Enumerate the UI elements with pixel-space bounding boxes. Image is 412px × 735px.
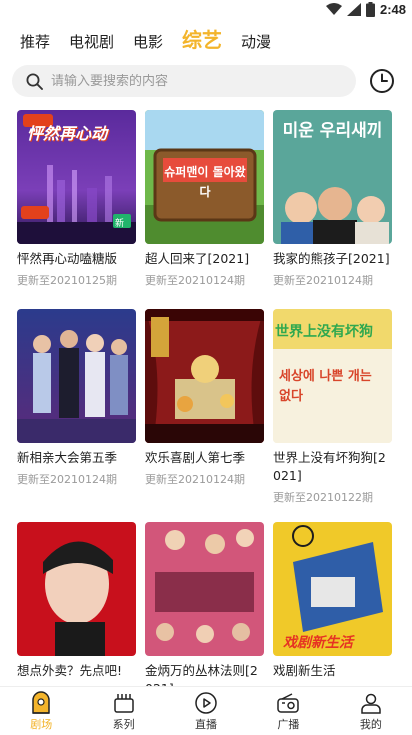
show-card[interactable]: 世界上没有坏狗 세상에 나쁜 개는 없다 世界上没有坏狗狗[2021] 更新至2… [273,309,392,505]
history-button[interactable] [368,67,396,95]
tab-anime[interactable]: 动漫 [241,32,271,52]
show-title: 欢乐喜剧人第七季 [145,450,246,465]
poster-title-text: 怦然再心动 [27,124,108,143]
show-title: 怦然再心动嗑糖版 [17,251,118,266]
show-card[interactable]: 슈퍼맨이 돌아왔다 超人回来了[2021] 更新至20210124期 [145,110,264,288]
show-card[interactable]: 想点外卖？先点吧! [17,522,136,680]
user-icon [361,693,381,714]
show-title: 新相亲大会第五季 [17,450,118,465]
show-poster: 怦然再心动 新 [17,110,136,244]
battery-icon [365,1,375,17]
show-card[interactable]: 怦然再心动 新 怦然再心动嗑糖版 更新至20210125期 [17,110,136,288]
show-card[interactable]: 新相亲大会第五季 更新至20210124期 [17,309,136,487]
search-icon [26,73,43,90]
show-update: 更新至20210124期 [17,473,117,486]
wifi-icon [325,3,342,15]
show-card[interactable]: 欢乐喜剧人第七季 更新至20210124期 [145,309,264,487]
new-badge: 新 [115,219,125,229]
series-icon [113,693,134,713]
show-title: 超人回来了[2021] [145,251,250,266]
radio-icon [277,692,300,713]
show-poster [145,309,264,443]
search-bar [12,65,356,97]
theater-icon [32,690,50,714]
show-update: 更新至20210124期 [273,274,373,287]
status-icons: 2:48 [325,0,406,18]
show-poster: 世界上没有坏狗 세상에 나쁜 개는 없다 [273,309,392,443]
show-card[interactable]: 金炳万的丛林法则[2021] [145,522,264,686]
clock-icon [370,69,394,93]
poster-title-text: 미운 우리새끼 [282,121,383,141]
poster-title-text: 슈퍼맨이 돌아왔다 [164,165,246,199]
show-poster [145,522,264,656]
show-update: 更新至20210124期 [145,473,245,486]
nav-series[interactable]: 系列 [82,687,164,735]
search-input[interactable] [51,73,331,89]
status-time: 2:48 [379,1,406,17]
show-poster [17,309,136,443]
signal-icon [346,2,361,16]
nav-label: 广播 [277,717,300,731]
category-tabs: 推荐 电视剧 电影 综艺 动漫 [20,26,290,52]
nav-theater[interactable]: 剧场 [0,687,82,735]
nav-label: 我的 [359,717,382,731]
poster-title-text: 世界上没有坏狗 [275,324,373,340]
nav-label: 剧场 [30,717,53,731]
show-title: 我家的熊孩子[2021] [273,251,390,266]
tab-recommend[interactable]: 推荐 [20,32,50,52]
poster-subtitle-text: 세상에 나쁜 개는 없다 [279,369,372,404]
show-title: 金炳万的丛林法则[2021] [145,663,258,686]
nav-radio[interactable]: 广播 [247,687,329,735]
show-card[interactable]: 미운 우리새끼 我家的熊孩子[2021] 更新至20210124期 [273,110,392,288]
show-update: 更新至20210122期 [273,491,373,504]
show-poster: 슈퍼맨이 돌아왔다 [145,110,264,244]
status-bar: 2:48 [0,0,412,22]
nav-label: 系列 [112,717,135,731]
play-circle-icon [195,691,217,714]
nav-mine[interactable]: 我的 [330,687,412,735]
screen: 2:48 推荐 电视剧 电影 综艺 动漫 请输入要搜索的内容 怦然再心动 新 怦… [0,0,412,735]
content-grid: 怦然再心动 新 怦然再心动嗑糖版 更新至20210125期 슈퍼맨이 돌아왔다 … [0,110,412,686]
show-title: 想点外卖？先点吧! [17,663,123,678]
show-update: 更新至20210125期 [17,274,117,287]
show-poster: 미운 우리새끼 [273,110,392,244]
show-card[interactable]: 戏剧新生活 戏剧新生活 [273,522,392,680]
show-poster [17,522,136,656]
tab-movie[interactable]: 电影 [133,32,163,52]
show-title: 世界上没有坏狗狗[2021] [273,450,386,483]
tab-tv-series[interactable]: 电视剧 [69,32,114,52]
tab-variety[interactable]: 综艺 [182,28,222,52]
show-poster: 戏剧新生活 [273,522,392,656]
show-title: 戏剧新生活 [273,663,336,678]
nav-live[interactable]: 直播 [165,687,247,735]
poster-title-text: 戏剧新生活 [283,635,353,651]
bottom-nav: 剧场 系列 直播 广播 我的 [0,686,412,735]
show-update: 更新至20210124期 [145,274,245,287]
nav-label: 直播 [195,717,218,731]
